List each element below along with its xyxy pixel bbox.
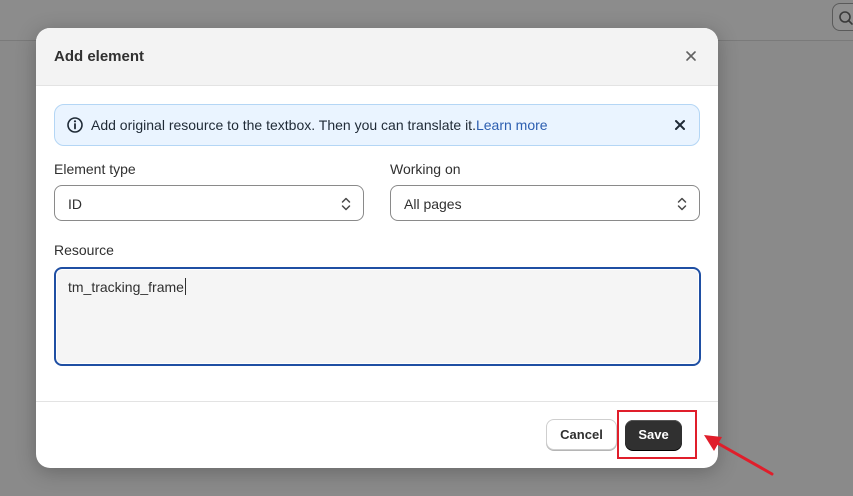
element-type-label: Element type [54,161,136,177]
info-icon [66,116,84,139]
learn-more-link[interactable]: Learn more [476,117,548,133]
modal-close-button[interactable] [684,49,698,63]
resource-label: Resource [54,242,114,258]
banner-text: Add original resource to the textbox. Th… [91,117,548,133]
chevron-up-down-icon [675,195,689,218]
banner-message: Add original resource to the textbox. Th… [91,117,476,133]
banner-close-button[interactable] [673,118,687,137]
working-on-value: All pages [404,196,462,212]
resource-textarea[interactable]: tm_tracking_frame [54,267,701,366]
modal-header: Add element [36,28,718,86]
info-banner: Add original resource to the textbox. Th… [54,104,700,146]
text-caret [184,278,186,295]
working-on-label: Working on [390,161,461,177]
close-icon [684,50,698,67]
modal-title: Add element [54,48,145,65]
element-type-value: ID [68,196,82,212]
resource-text: tm_tracking_frame [68,279,184,295]
add-element-modal: Add element Add original resource to the… [36,28,718,468]
element-type-select[interactable]: ID [54,185,364,221]
close-icon [673,119,687,136]
cancel-button[interactable]: Cancel [546,419,617,450]
modal-footer: Cancel Save [36,401,718,468]
resource-value: tm_tracking_frame [68,278,186,295]
background-search-button [832,3,853,31]
chevron-up-down-icon [339,195,353,218]
working-on-select[interactable]: All pages [390,185,700,221]
save-button[interactable]: Save [625,420,682,450]
